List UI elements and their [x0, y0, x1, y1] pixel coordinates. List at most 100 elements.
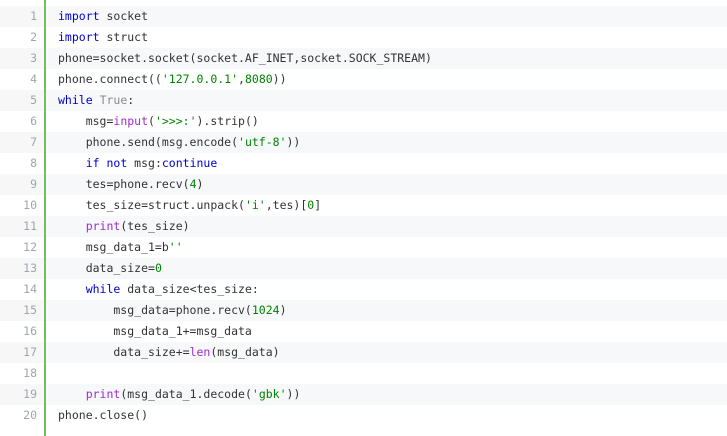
code-token: msg=: [58, 114, 114, 128]
code-token: import: [58, 30, 100, 44]
code-token: True: [99, 93, 128, 107]
line-number: 9: [30, 177, 37, 191]
line-number-gutter: 10: [0, 195, 44, 216]
line-number-gutter: 5: [0, 90, 44, 111]
code-token: msg_data_1=b: [58, 240, 169, 254]
line-number-gutter: 1: [0, 6, 44, 27]
code-text: tes=phone.recv(4): [46, 174, 727, 195]
code-token: ): [279, 303, 287, 317]
line-number-gutter: 7: [0, 132, 44, 153]
code-token: 0: [154, 261, 162, 275]
code-line: 12 msg_data_1=b'': [0, 237, 727, 258]
code-token: phone.close(): [58, 408, 149, 422]
code-line: 6 msg=input('>>>:').strip(): [0, 111, 727, 132]
line-number: 7: [30, 135, 37, 149]
code-token: ]: [314, 198, 322, 212]
code-text: msg_data=phone.recv(1024): [46, 300, 727, 321]
code-text: while True:: [46, 90, 727, 111]
line-number-gutter: 2: [0, 27, 44, 48]
code-token: print: [85, 387, 121, 401]
code-line: 15 msg_data=phone.recv(1024): [0, 300, 727, 321]
code-line: 2 import struct: [0, 27, 727, 48]
line-number: 4: [30, 72, 37, 86]
line-number-gutter: 18: [0, 363, 44, 384]
code-token: 'i': [244, 198, 266, 212]
code-token: msg_data_1+=msg_data: [58, 324, 252, 338]
code-token: ): [196, 177, 204, 191]
code-text: phone.close(): [46, 405, 727, 426]
code-token: continue: [161, 156, 218, 170]
line-number-gutter: 11: [0, 216, 44, 237]
line-number: 15: [23, 303, 37, 317]
code-text: msg_data_1=b'': [46, 237, 727, 258]
code-token: ).strip(): [196, 114, 259, 128]
line-number: 5: [30, 93, 37, 107]
code-token: 'gbk': [251, 387, 287, 401]
code-token: socket: [99, 9, 149, 23]
code-token: '': [168, 240, 183, 254]
code-token: )): [286, 387, 301, 401]
line-number: 8: [30, 156, 37, 170]
line-number: 3: [30, 51, 37, 65]
code-line: 20 phone.close(): [0, 405, 727, 426]
line-number-gutter: 16: [0, 321, 44, 342]
code-text: tes_size=struct.unpack('i',tes)[0]: [46, 195, 727, 216]
line-number: 1: [30, 9, 37, 23]
code-token: phone.connect((: [58, 72, 162, 86]
code-line: 5 while True:: [0, 90, 727, 111]
line-number-gutter: 20: [0, 405, 44, 426]
code-token: msg_data=phone.recv(: [58, 303, 252, 317]
line-number-gutter: 17: [0, 342, 44, 363]
code-token: 1024: [251, 303, 280, 317]
line-number: 13: [23, 261, 37, 275]
code-token: 'utf-8': [238, 135, 287, 149]
code-text: phone.connect(('127.0.0.1',8080)): [46, 69, 727, 90]
line-number: 20: [23, 408, 37, 422]
code-line: 16 msg_data_1+=msg_data: [0, 321, 727, 342]
code-token: if not: [85, 156, 128, 170]
code-text: phone.send(msg.encode('utf-8')): [46, 132, 727, 153]
line-number-gutter: 19: [0, 384, 44, 405]
line-number: 11: [23, 219, 37, 233]
code-token: msg:: [127, 156, 162, 170]
code-line: 19 print(msg_data_1.decode('gbk')): [0, 384, 727, 405]
code-block: 1 import socket 2 import struct 3 phone=socke…: [0, 0, 727, 436]
code-text: while data_size<tes_size:: [46, 279, 727, 300]
code-text: if not msg:continue: [46, 153, 727, 174]
code-token: while: [58, 93, 93, 107]
line-number-gutter: 14: [0, 279, 44, 300]
code-line: 7 phone.send(msg.encode('utf-8')): [0, 132, 727, 153]
code-token: data_size=: [58, 261, 155, 275]
line-number-gutter: 4: [0, 69, 44, 90]
code-token: )): [272, 72, 287, 86]
code-line: 18: [0, 363, 727, 384]
code-text: [46, 363, 727, 384]
code-token: data_size+=: [58, 345, 190, 359]
code-text: msg_data_1+=msg_data: [46, 321, 727, 342]
line-number-gutter: 12: [0, 237, 44, 258]
code-token: ,: [238, 72, 245, 86]
line-number-gutter: 9: [0, 174, 44, 195]
code-token: tes_size=struct.unpack(: [58, 198, 245, 212]
code-text: msg=input('>>>:').strip(): [46, 111, 727, 132]
code-text: phone=socket.socket(socket.AF_INET,socke…: [46, 48, 727, 69]
line-number-gutter: 15: [0, 300, 44, 321]
line-number: 10: [23, 198, 37, 212]
line-number: 17: [23, 345, 37, 359]
line-number: 12: [23, 240, 37, 254]
code-token: tes=phone.recv(: [58, 177, 190, 191]
line-number-gutter: 8: [0, 153, 44, 174]
code-line: 3 phone=socket.socket(socket.AF_INET,sock…: [0, 48, 727, 69]
code-token: (msg_data_1.decode(: [120, 387, 252, 401]
code-token: phone=socket.socket(socket.AF_INET,socke…: [58, 51, 432, 65]
code-token: while: [85, 282, 121, 296]
code-line: 9 tes=phone.recv(4): [0, 174, 727, 195]
code-text: data_size=0: [46, 258, 727, 279]
code-token: 8080: [244, 72, 273, 86]
code-token: import: [58, 9, 100, 23]
code-token: (msg_data): [210, 345, 280, 359]
